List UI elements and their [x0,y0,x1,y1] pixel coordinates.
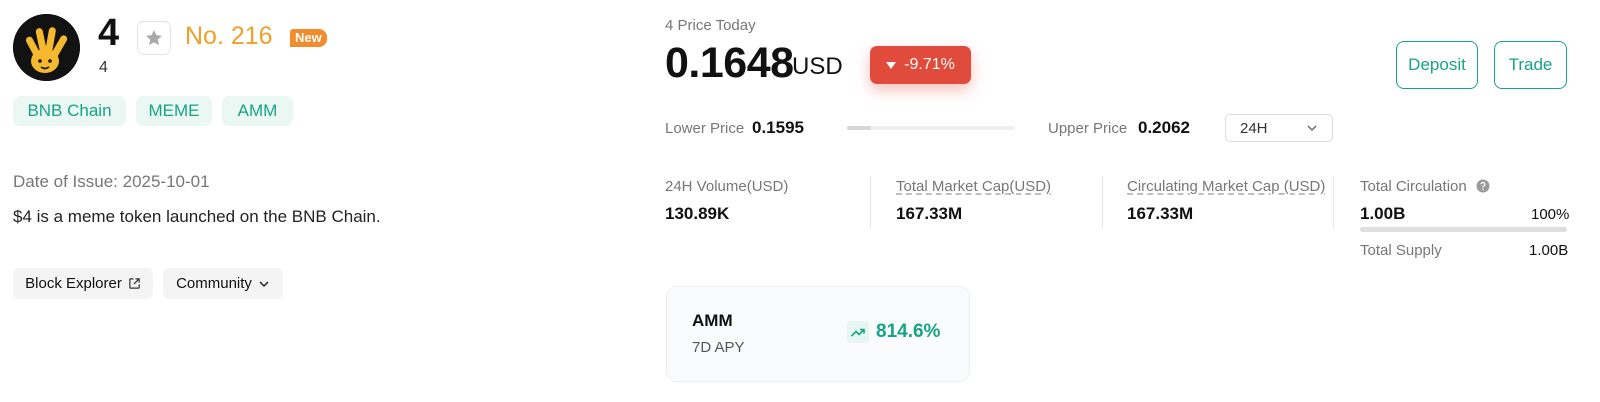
total-circulation-label: Total Circulation [1360,178,1490,195]
total-circulation-text: Total Circulation [1360,178,1467,195]
upper-price-value: 0.2062 [1138,118,1190,137]
market-cap-value: 167.33M [896,204,963,223]
amm-subtitle: 7D APY [692,339,745,356]
amm-apy-value: 814.6% [876,321,941,342]
token-description: $4 is a meme token launched on the BNB C… [13,207,381,226]
question-circle-icon[interactable] [1476,179,1490,193]
circulating-market-cap-value: 167.33M [1127,204,1194,223]
lower-price-label: Lower Price [665,120,745,137]
community-label: Community [176,275,252,292]
deposit-button[interactable]: Deposit [1396,41,1478,89]
circulation-percent: 100% [1531,206,1570,223]
stat-divider [1333,176,1334,228]
price-change-badge: -9.71% [870,46,971,84]
star-icon [146,30,162,46]
triangle-down-icon [886,61,897,69]
block-explorer-label: Block Explorer [25,275,122,292]
tag-amm[interactable]: AMM [222,96,293,126]
favorite-button[interactable] [137,21,171,55]
token-subtitle: 4 [99,59,108,76]
total-supply-value: 1.00B [1529,242,1569,259]
circulating-market-cap-label[interactable]: Circulating Market Cap (USD) [1127,178,1325,195]
amm-card[interactable]: AMM 7D APY 814.6% [666,286,970,382]
token-logo [13,14,80,81]
new-badge: New [290,29,327,48]
total-circulation-value: 1.00B [1360,204,1406,223]
community-dropdown[interactable]: Community [163,268,283,299]
volume-value: 130.89K [665,204,730,223]
price-change-value: -9.71% [904,56,955,73]
amm-title: AMM [692,311,733,330]
tag-bnb-chain[interactable]: BNB Chain [13,96,126,126]
circulation-bar-fill [1360,227,1567,232]
amm-trend-icon-box [847,321,869,343]
block-explorer-button[interactable]: Block Explorer [13,268,153,299]
market-cap-label[interactable]: Total Market Cap(USD) [896,178,1051,195]
chevron-down-icon [259,280,269,287]
price-unit: USD [792,53,843,80]
trending-up-icon [850,328,865,337]
period-select[interactable]: 24H [1225,114,1333,142]
issue-date: Date of Issue: 2025-10-01 [13,172,210,191]
trade-button[interactable]: Trade [1494,41,1567,89]
chevron-down-icon [1307,125,1317,131]
rank-label: No. 216 [185,22,273,50]
yellow-hand-logo-icon [13,14,80,81]
stat-divider [870,176,871,228]
price-range-fill [847,126,871,130]
price-range-bar [847,126,1015,130]
lower-price-value: 0.1595 [752,118,804,137]
current-price: 0.1648 [665,39,794,87]
tag-meme[interactable]: MEME [136,96,212,126]
external-link-icon [129,278,140,289]
upper-price-label: Upper Price [1048,120,1128,137]
price-today-label: 4 Price Today [665,17,756,34]
token-symbol: 4 [98,12,120,54]
volume-label: 24H Volume(USD) [665,178,789,195]
stat-divider [1102,176,1103,228]
period-value: 24H [1240,119,1268,137]
circulation-bar [1360,227,1567,232]
total-supply-label: Total Supply [1360,242,1442,259]
